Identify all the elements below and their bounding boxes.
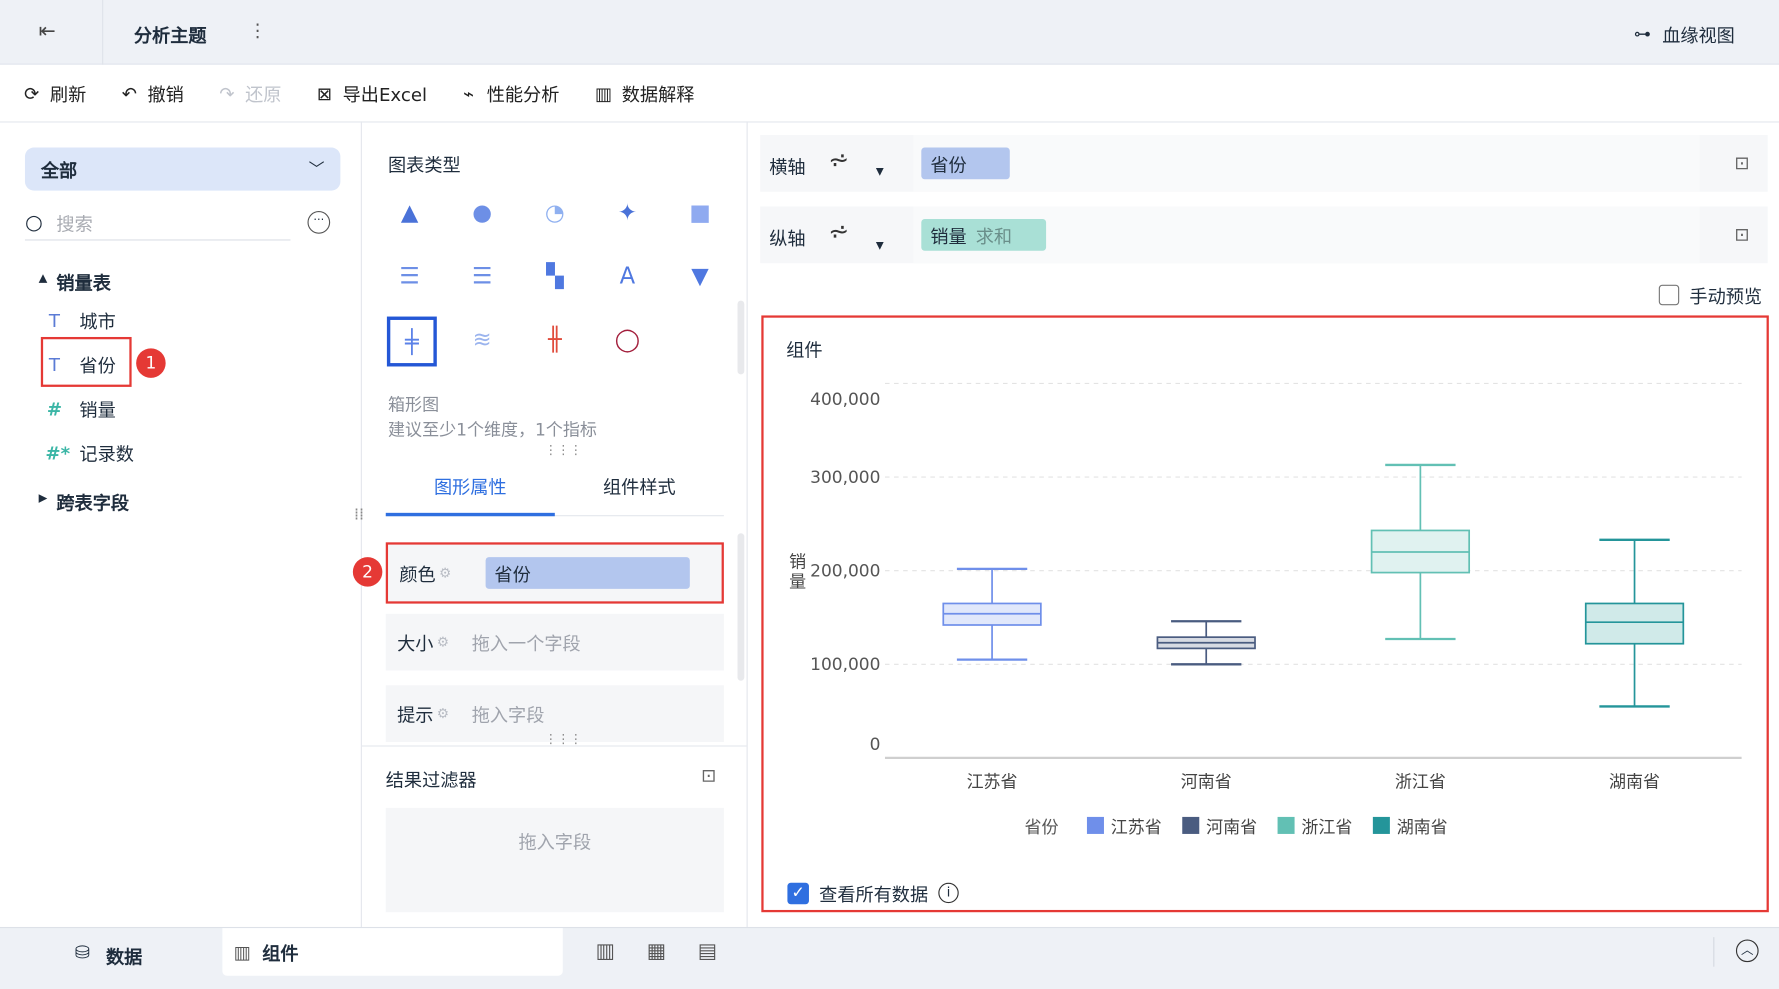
info-icon[interactable]: i — [938, 882, 959, 904]
database-icon: ⛁ — [74, 941, 91, 964]
y-tick-label: 400,000 — [810, 390, 880, 410]
x-tick-label: 浙江省 — [1395, 772, 1446, 792]
bottom-bar: ⛁ 数据 ▥ 组件 ▥ ▦ ▤ ︿ — [0, 926, 1779, 989]
view-all-data-toggle[interactable]: ✓ 查看所有数据 i — [787, 879, 959, 906]
x-tick-label: 河南省 — [1181, 772, 1232, 792]
box-湖南省 — [1584, 538, 1685, 708]
collapse-up-icon[interactable]: ︿ — [1735, 939, 1759, 963]
legend-item: 河南省 — [1206, 818, 1257, 838]
view-all-label: 查看所有数据 — [819, 883, 929, 906]
tab-widget[interactable]: ▥ 组件 — [222, 928, 563, 976]
tab-data-label: 数据 — [105, 946, 143, 968]
legend-title: 省份 — [1025, 818, 1059, 838]
tab-data[interactable]: ⛁ 数据 — [75, 942, 142, 969]
box-江苏省 — [942, 567, 1042, 661]
tab-widget-label: 组件 — [262, 942, 299, 965]
legend-item: 湖南省 — [1397, 818, 1448, 838]
box-浙江省 — [1370, 463, 1471, 641]
y-tick-label: 300,000 — [810, 468, 880, 488]
y-tick-label: 0 — [870, 735, 881, 755]
legend-swatch — [1086, 816, 1104, 834]
y-tick-label: 100,000 — [810, 655, 880, 675]
box-body — [1584, 602, 1685, 645]
legend-swatch — [1277, 816, 1295, 834]
divider — [1713, 937, 1715, 967]
checkbox-checked[interactable]: ✓ — [787, 882, 809, 904]
x-tick-label: 江苏省 — [967, 772, 1018, 792]
y-axis-title: 销量 — [789, 552, 806, 592]
legend-item: 浙江省 — [1301, 818, 1352, 838]
box-河南省 — [1156, 620, 1256, 666]
legend-item: 江苏省 — [1111, 818, 1162, 838]
x-tick-label: 湖南省 — [1609, 772, 1660, 792]
y-tick-label: 200,000 — [810, 561, 880, 581]
chart-icon: ▥ — [233, 941, 251, 963]
add-dashboard-icon[interactable]: ▦ — [647, 939, 666, 963]
add-table-icon[interactable]: ▤ — [698, 939, 717, 963]
legend-swatch — [1372, 816, 1390, 834]
box-plot-chart: 0100,000200,000300,000400,000销量江苏省 河南省 浙江省… — [789, 382, 1742, 838]
add-chart-icon[interactable]: ▥ — [596, 939, 615, 963]
legend-swatch — [1182, 816, 1200, 834]
